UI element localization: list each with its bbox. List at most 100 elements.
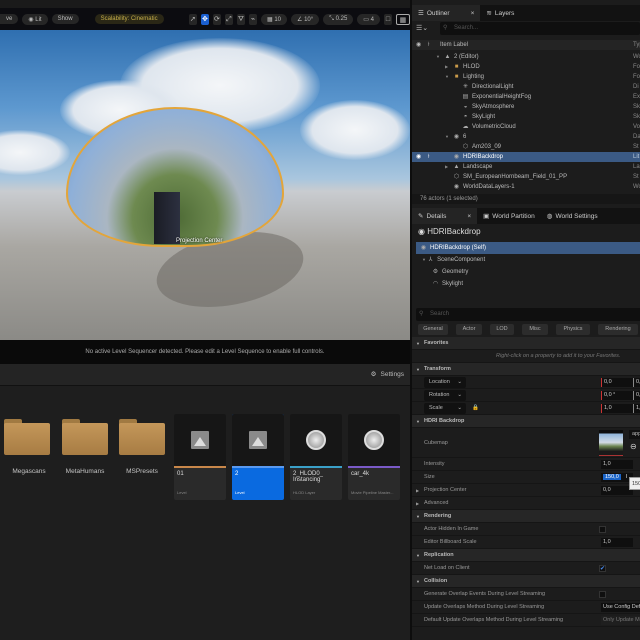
property-value-input[interactable]: Use Config Defa [601, 603, 640, 612]
outliner-row[interactable]: ◉ ⍿ ◉ HDRIBackdrop Lit [412, 152, 640, 162]
tab-layers[interactable]: ≋ Layers [480, 5, 520, 21]
section-favorites[interactable]: ▼ Favorites [412, 337, 640, 350]
component-row[interactable]: ◠ Skylight [412, 278, 640, 290]
expand-arrow-icon[interactable]: ▼ [445, 72, 449, 82]
tab-world-partition[interactable]: ▣ World Partition [477, 208, 541, 224]
outliner-row[interactable]: ▤ ExponentialHeightFog Ex [412, 92, 640, 102]
checkbox[interactable] [599, 591, 606, 598]
col-type[interactable]: Typ [633, 40, 640, 50]
outliner-row[interactable]: ▶ ▲ Landscape La [412, 162, 640, 172]
outliner-row[interactable]: ▼ ■ Lighting Fo [412, 72, 640, 82]
scale-dropdown[interactable]: Scale ⌄ [424, 403, 466, 414]
expand-arrow-icon[interactable]: ▶ [416, 484, 419, 497]
asset-tile-car4k[interactable]: car_4k Movie Pipeline Master... [348, 414, 400, 500]
filter-misc[interactable]: Misc [522, 324, 548, 335]
layout-icon[interactable]: ▦ [395, 13, 410, 25]
pin-icon[interactable]: ⍿ [428, 152, 430, 162]
expand-arrow-icon[interactable]: ▼ [445, 132, 449, 142]
expand-arrow-icon[interactable]: ▶ [445, 62, 448, 72]
tab-outliner[interactable]: ☰ Outliner × [412, 5, 481, 21]
section-hdri-backdrop[interactable]: ▼ HDRI Backdrop [412, 415, 640, 428]
location-x-input[interactable]: 0,0 [601, 378, 633, 387]
actor-name-text[interactable]: HDRIBackdrop [427, 227, 480, 236]
expand-arrow-icon[interactable]: ▼ [436, 52, 440, 62]
maximize-icon[interactable]: □ [383, 13, 392, 25]
surface-snap-icon[interactable]: ⌁ [248, 13, 257, 25]
rotation-y-input[interactable]: 0,0 [633, 391, 640, 400]
checkbox[interactable] [599, 526, 606, 533]
filter-lod[interactable]: LOD [490, 324, 514, 335]
visibility-icon[interactable]: ◉ [416, 40, 421, 50]
filter-general[interactable]: General [418, 324, 448, 335]
outliner-row[interactable]: ▶ ■ HLOD Fo [412, 62, 640, 72]
col-item-label[interactable]: Item Label [440, 40, 468, 50]
rotation-x-input[interactable]: 0,0 ° [601, 391, 633, 400]
move-tool-icon[interactable]: ✥ [200, 13, 209, 25]
collapse-arrow-icon[interactable]: ▼ [416, 415, 420, 428]
asset-tile-01[interactable]: 01 Level [174, 414, 226, 500]
scalability-button[interactable]: Scalability: Cinematic [94, 14, 164, 24]
collapse-arrow-icon[interactable]: ▼ [416, 363, 420, 376]
rotation-snap-button[interactable]: ∠ 10° [291, 13, 320, 25]
outliner-row[interactable]: ▼ ▲2 (Editor) Wo [412, 52, 640, 62]
outliner-row[interactable]: ▼ ◉ 6 Da [412, 132, 640, 142]
property-value-input[interactable]: 1,0 [601, 460, 633, 469]
grid-snap-button[interactable]: ▦ 10 [260, 13, 288, 25]
close-icon[interactable]: × [467, 213, 471, 220]
details-search-input[interactable]: ⚲ Search [416, 308, 640, 321]
checkbox[interactable]: ✔ [599, 565, 606, 572]
outliner-row[interactable]: ◒ SkyAtmosphere Sk [412, 102, 640, 112]
filter-icon[interactable]: ☰⌄ [416, 24, 428, 32]
rotation-dropdown[interactable]: Rotation ⌄ [424, 390, 466, 401]
collapse-arrow-icon[interactable]: ▼ [416, 337, 420, 350]
close-icon[interactable]: × [471, 10, 475, 17]
scale-tool-icon[interactable]: ⤢ [224, 13, 233, 25]
outliner-row[interactable]: ⬡ SM_EuropeanHornbeam_Field_01_PP St [412, 172, 640, 182]
lit-button[interactable]: ◉ Lit [22, 13, 48, 25]
outliner-row[interactable]: ⬡ Am203_09 St [412, 142, 640, 152]
cubemap-picker[interactable]: app [629, 430, 640, 439]
camera-speed-button[interactable]: ▭ 4 [357, 13, 380, 25]
component-row[interactable]: ⚙ Geometry [412, 266, 640, 278]
expand-arrow-icon[interactable]: ▶ [416, 497, 419, 510]
tab-details[interactable]: ✎ Details × [412, 208, 478, 224]
property-value-input[interactable]: 1,0 [601, 538, 633, 547]
collapse-arrow-icon[interactable]: ▼ [416, 510, 420, 523]
asset-tile-hlod[interactable]: 2_HLOD0_ Instancing HLOD Layer [290, 414, 342, 500]
visibility-icon[interactable]: ◉ [416, 152, 421, 162]
show-button[interactable]: Show [51, 14, 79, 24]
filter-rendering[interactable]: Rendering [598, 324, 638, 335]
settings-button[interactable]: ⚙ Settings [371, 370, 404, 379]
scale-y-input[interactable]: 1,0 [633, 404, 640, 413]
building-mesh[interactable] [154, 192, 180, 244]
collapse-arrow-icon[interactable]: ▼ [416, 549, 420, 562]
section-collision[interactable]: ▼ Collision [412, 575, 640, 588]
folder-megascans[interactable] [4, 419, 50, 459]
browse-arrow-icon[interactable]: ⊖ [630, 442, 637, 451]
component-row[interactable]: ◉ HDRIBackdrop (Self) [416, 242, 640, 254]
tab-world-settings[interactable]: ◍ World Settings [541, 208, 604, 224]
world-local-icon[interactable]: ⛛ [236, 13, 245, 25]
property-value-input[interactable]: Only Update Mo [601, 616, 640, 625]
outliner-row[interactable]: ☁ VolumetricCloud Vo [412, 122, 640, 132]
folder-metahumans[interactable] [62, 419, 108, 459]
lock-icon[interactable]: 🔒 [472, 402, 479, 415]
scale-x-input[interactable]: 1,0 [601, 404, 633, 413]
select-tool-icon[interactable]: ➚ [188, 13, 197, 25]
outliner-search-input[interactable]: ⚲ Search... [440, 22, 640, 35]
expand-arrow-icon[interactable]: ▶ [445, 162, 448, 172]
outliner-row[interactable]: ◓ SkyLight Sk [412, 112, 640, 122]
component-row[interactable]: ▼ ⅄ SceneComponent [412, 254, 640, 266]
scale-snap-button[interactable]: ⤡ 0.25 [323, 13, 354, 25]
rotate-tool-icon[interactable]: ⟳ [212, 13, 221, 25]
outliner-row[interactable]: ✳ DirectionalLight Di [412, 82, 640, 92]
cubemap-thumbnail[interactable] [599, 430, 623, 456]
folder-mspresets[interactable] [119, 419, 165, 459]
filter-actor[interactable]: Actor [456, 324, 482, 335]
filter-physics[interactable]: Physics [556, 324, 590, 335]
pin-icon[interactable]: ⍿ [428, 40, 430, 50]
section-rendering[interactable]: ▼ Rendering [412, 510, 640, 523]
outliner-row[interactable]: ◉WorldDataLayers-1 Wo [412, 182, 640, 192]
section-replication[interactable]: ▼ Replication [412, 549, 640, 562]
section-transform[interactable]: ▼ Transform [412, 363, 640, 376]
